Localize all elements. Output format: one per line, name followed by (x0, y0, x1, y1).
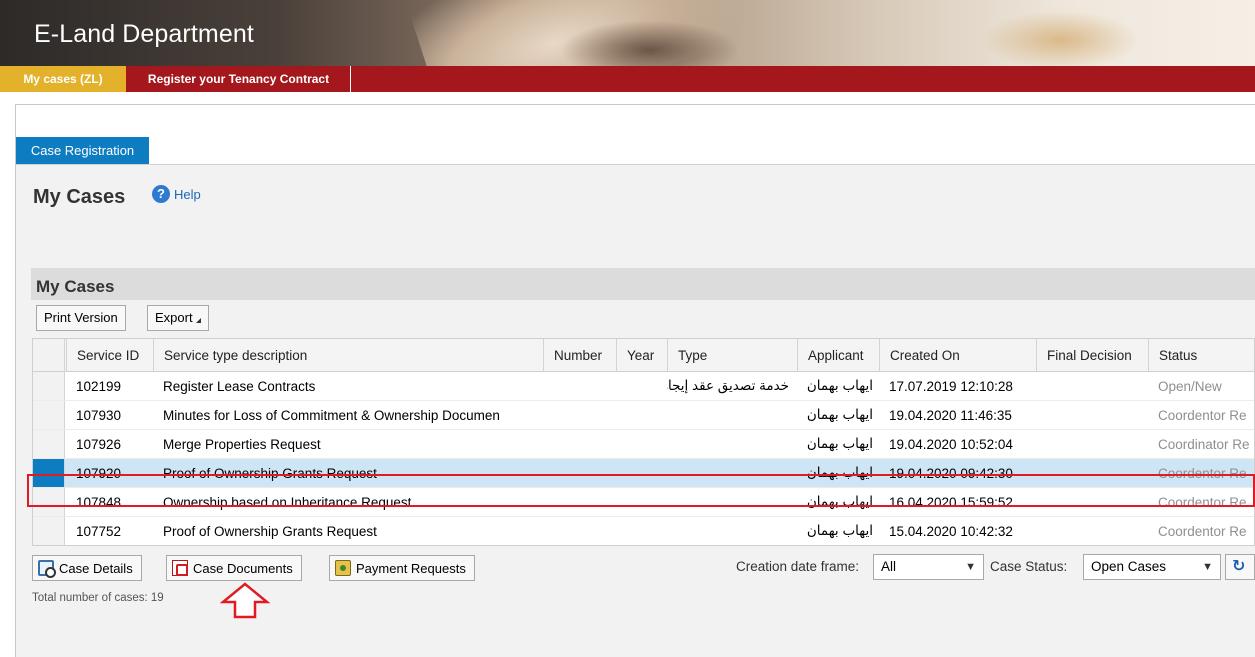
date-frame-value: All (881, 559, 897, 574)
created-on-cell: 17.07.2019 12:10:28 (889, 378, 1013, 394)
top-nav: My cases (ZL) Register your Tenancy Cont… (0, 66, 1255, 92)
header-banner: E-Land Department (0, 0, 1255, 66)
year-cell (616, 430, 669, 458)
date-frame-label: Creation date frame: (736, 559, 860, 574)
column-header-service-id[interactable]: Service ID (66, 339, 160, 371)
status-cell: Coordentor Re (1158, 523, 1247, 539)
chevron-down-icon: ▼ (1202, 561, 1213, 573)
case-details-button[interactable]: Case Details (32, 555, 142, 581)
number-cell (543, 372, 615, 400)
table-header: Service ID Service type description Numb… (33, 339, 1254, 372)
case-details-label: Case Details (59, 560, 133, 576)
created-on-cell: 15.04.2020 10:42:32 (889, 523, 1013, 539)
refresh-icon: ↻ (1232, 558, 1246, 575)
pdf-icon (172, 560, 188, 576)
case-details-icon (38, 560, 56, 578)
type-cell (667, 430, 797, 458)
table-row[interactable]: 107926 Merge Properties Request ايهاب بهما… (33, 430, 1254, 459)
final-decision-cell (1036, 517, 1148, 545)
service-id-cell: 107926 (76, 436, 122, 452)
case-status-value: Open Cases (1091, 559, 1167, 574)
final-decision-cell (1036, 372, 1148, 400)
column-header-status[interactable]: Status (1148, 339, 1254, 371)
help-icon: ? (152, 185, 170, 203)
table-row[interactable]: 107752 Proof of Ownership Grants Request ا… (33, 517, 1254, 545)
help-link[interactable]: ? Help (152, 184, 201, 204)
section-header (31, 268, 1255, 300)
description-cell: Merge Properties Request (163, 436, 321, 452)
number-cell (543, 517, 615, 545)
column-header-applicant[interactable]: Applicant (797, 339, 881, 371)
caret-icon (195, 318, 201, 323)
type-cell (667, 517, 797, 545)
refresh-button[interactable]: ↻ (1225, 554, 1255, 580)
payment-requests-button[interactable]: Payment Requests (329, 555, 475, 581)
applicant-cell: ايهاب بهمان (806, 407, 873, 422)
app-title: E-Land Department (34, 20, 254, 48)
final-decision-cell (1036, 401, 1148, 429)
year-cell (616, 401, 669, 429)
payment-requests-label: Payment Requests (356, 560, 466, 576)
total-cases-text: Total number of cases: 19 (32, 592, 164, 604)
case-status-select[interactable]: Open Cases ▼ (1083, 554, 1221, 580)
description-cell: Register Lease Contracts (163, 378, 316, 394)
date-frame-select[interactable]: All ▼ (873, 554, 984, 580)
payment-icon (335, 560, 351, 576)
highlight-annotation (27, 474, 1255, 507)
description-cell: Minutes for Loss of Commitment & Ownersh… (163, 407, 500, 423)
tab-case-registration[interactable]: Case Registration (16, 137, 149, 164)
table-row[interactable]: 102199 Register Lease Contracts خدمة تصديق… (33, 372, 1254, 401)
service-id-cell: 107752 (76, 523, 122, 539)
column-header-final-decision[interactable]: Final Decision (1036, 339, 1148, 371)
row-selector[interactable] (33, 401, 65, 429)
row-selector[interactable] (33, 372, 65, 400)
cases-table: Service ID Service type description Numb… (32, 338, 1255, 546)
year-cell (616, 372, 669, 400)
row-selector[interactable] (33, 517, 65, 545)
chevron-down-icon: ▼ (965, 561, 976, 573)
status-cell: Open/New (1158, 378, 1222, 394)
case-documents-label: Case Documents (193, 560, 293, 576)
description-cell: Proof of Ownership Grants Request (163, 523, 377, 539)
column-header-created-on[interactable]: Created On (879, 339, 1036, 371)
number-cell (543, 401, 615, 429)
section-title: My Cases (36, 277, 115, 296)
case-documents-button[interactable]: Case Documents (166, 555, 302, 581)
case-status-label: Case Status: (990, 559, 1068, 574)
banner-image-light (980, 10, 1140, 66)
column-header-description[interactable]: Service type description (153, 339, 574, 371)
help-label: Help (174, 186, 201, 202)
type-cell: خدمة تصديق عقد إيجار (667, 378, 789, 393)
status-cell: Coordentor Re (1158, 407, 1247, 423)
service-id-cell: 102199 (76, 378, 122, 394)
nav-tab-my-cases[interactable]: My cases (ZL) (0, 66, 126, 92)
table-row[interactable]: 107930 Minutes for Loss of Commitment & O… (33, 401, 1254, 430)
page-title: My Cases (33, 186, 126, 208)
column-header-year[interactable]: Year (616, 339, 669, 371)
final-decision-cell (1036, 430, 1148, 458)
column-header-number[interactable]: Number (543, 339, 615, 371)
export-button[interactable]: Export (147, 305, 209, 331)
applicant-cell: ايهاب بهمان (806, 378, 873, 393)
created-on-cell: 19.04.2020 10:52:04 (889, 436, 1013, 452)
column-header-type[interactable]: Type (667, 339, 797, 371)
print-version-label: Print Version (44, 310, 118, 325)
print-version-button[interactable]: Print Version (36, 305, 126, 331)
select-all-cell[interactable] (33, 339, 65, 371)
year-cell (616, 517, 669, 545)
status-cell: Coordinator Re (1158, 436, 1250, 452)
type-cell (667, 401, 797, 429)
export-label: Export (155, 310, 193, 325)
applicant-cell: ايهاب بهمان (806, 523, 873, 538)
service-id-cell: 107930 (76, 407, 122, 423)
created-on-cell: 19.04.2020 11:46:35 (889, 407, 1012, 423)
applicant-cell: ايهاب بهمان (806, 436, 873, 451)
row-selector[interactable] (33, 430, 65, 458)
nav-tab-register-tenancy[interactable]: Register your Tenancy Contract (127, 66, 351, 92)
banner-image-shadow (560, 20, 740, 66)
arrow-up-annotation-icon (220, 582, 270, 619)
number-cell (543, 430, 615, 458)
